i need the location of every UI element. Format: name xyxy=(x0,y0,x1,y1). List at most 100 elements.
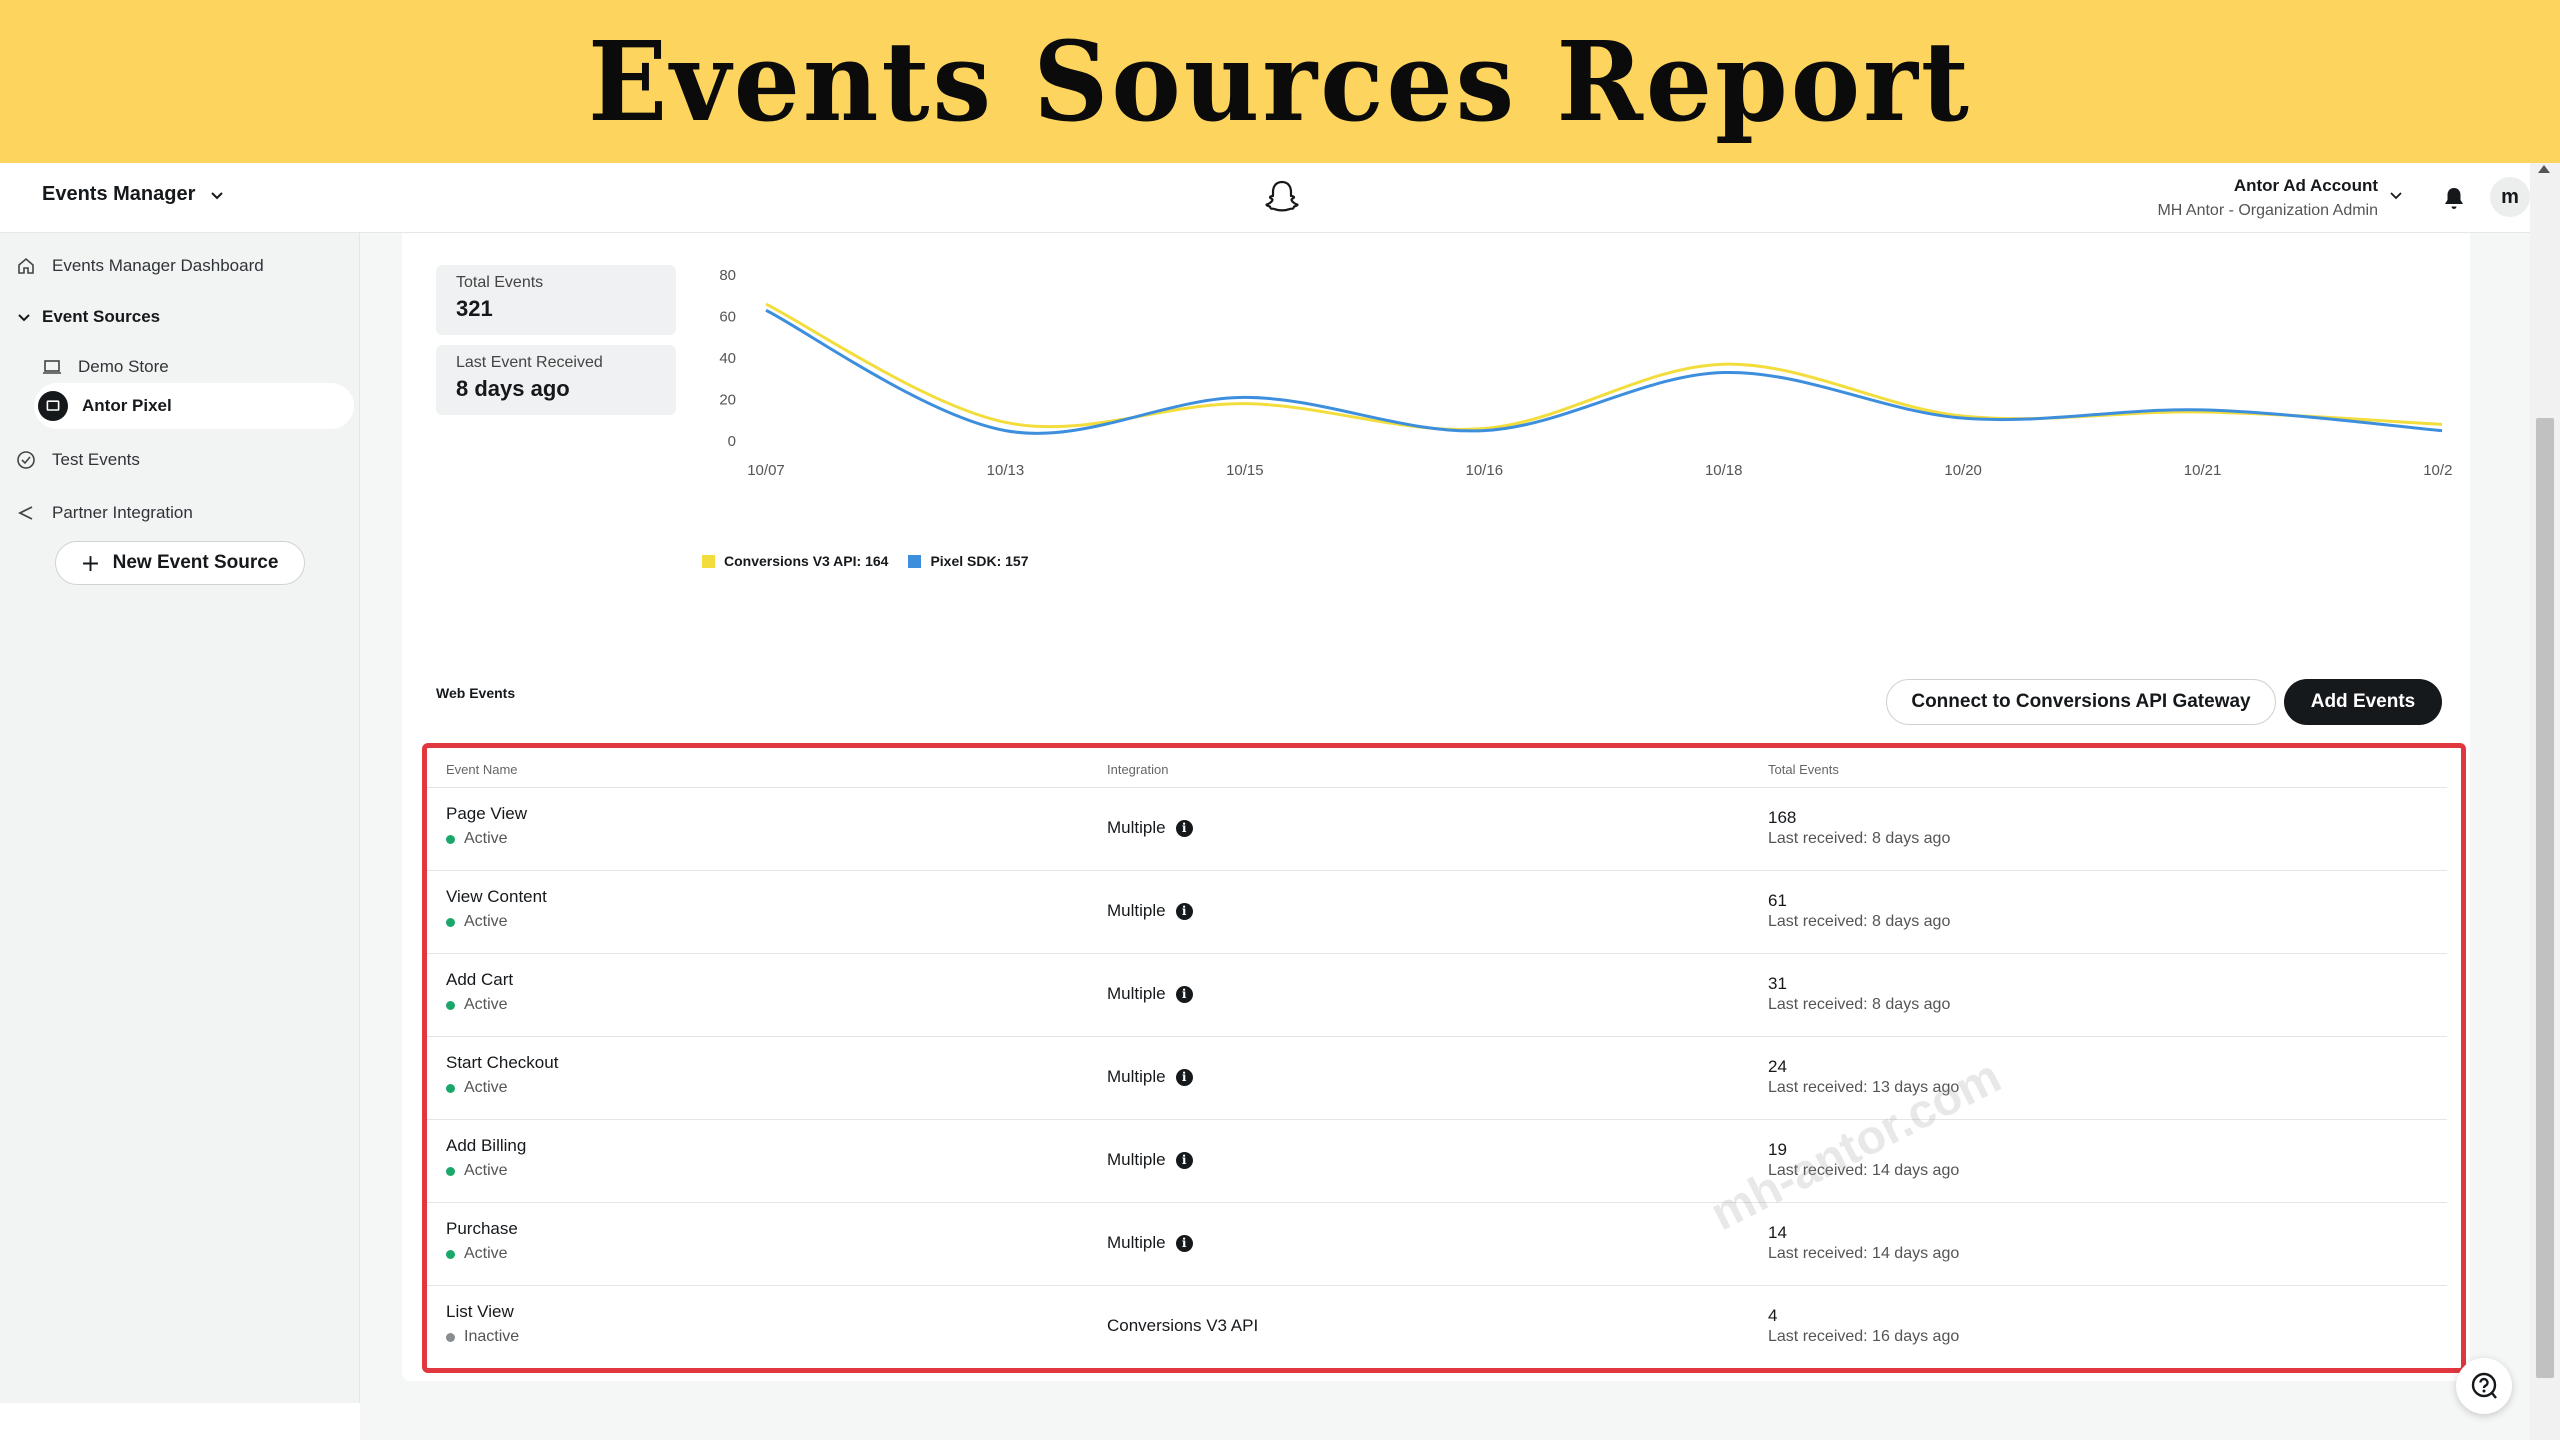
info-icon[interactable]: i xyxy=(1175,819,1193,837)
integration-label: Multiple xyxy=(1107,984,1166,1003)
y-tick-label: 0 xyxy=(728,433,736,450)
account-role: MH Antor - Organization Admin xyxy=(2157,202,2378,219)
integration-cell: Multiple i xyxy=(1107,818,1193,838)
sidebar-item-label: Antor Pixel xyxy=(82,396,172,415)
main-content: Total Events 321 Last Event Received 8 d… xyxy=(360,233,2530,1440)
add-events-button[interactable]: Add Events xyxy=(2284,679,2442,725)
x-tick-label: 10/20 xyxy=(1944,462,1982,479)
event-status: Active xyxy=(446,1245,508,1263)
info-icon[interactable]: i xyxy=(1175,985,1193,1003)
table-header: Event Name Integration Total Events xyxy=(427,748,2447,788)
status-dot-icon xyxy=(446,1000,455,1010)
status-dot-icon xyxy=(446,1332,455,1342)
status-label: Active xyxy=(464,1162,508,1179)
event-name[interactable]: List View xyxy=(446,1302,514,1322)
status-dot-icon xyxy=(446,1249,455,1259)
last-received: Last received: 16 days ago xyxy=(1768,1328,1960,1345)
table-row[interactable]: Add Billing Active Multiple i 19 Last receive… xyxy=(427,1120,2447,1203)
chevron-down-icon[interactable] xyxy=(2388,187,2404,203)
table-row[interactable]: Add Cart Active Multiple i 31 Last received: … xyxy=(427,954,2447,1037)
sidebar: Events Manager Dashboard Event Sources D… xyxy=(0,233,360,1403)
ghost-logo-icon[interactable] xyxy=(1262,177,1302,217)
sidebar-item-label: Partner Integration xyxy=(52,503,193,522)
integration-label: Multiple xyxy=(1107,901,1166,920)
sidebar-item-test-events[interactable]: Test Events xyxy=(16,437,140,483)
event-name[interactable]: Start Checkout xyxy=(446,1053,558,1073)
series-line-1[interactable] xyxy=(765,308,2443,435)
table-row[interactable]: Start Checkout Active Multiple i 24 Last rece… xyxy=(427,1037,2447,1120)
y-tick-label: 40 xyxy=(719,350,736,367)
banner-title: Events Sources Report xyxy=(588,16,1972,147)
x-tick-label: 10/21 xyxy=(2184,462,2222,479)
last-received: Last received: 8 days ago xyxy=(1768,913,1951,930)
bell-icon[interactable] xyxy=(2442,185,2466,211)
event-status: Active xyxy=(446,830,508,848)
event-name[interactable]: Add Cart xyxy=(446,970,513,990)
title-banner: Events Sources Report xyxy=(0,0,2560,163)
column-header[interactable]: Integration xyxy=(1107,762,1168,777)
home-icon xyxy=(18,257,34,274)
legend-swatch xyxy=(702,554,715,568)
avatar[interactable]: m xyxy=(2490,177,2530,217)
x-tick-label: 10/26 xyxy=(2423,462,2452,479)
column-header[interactable]: Event Name xyxy=(446,762,518,777)
status-label: Active xyxy=(464,1079,508,1096)
sidebar-item-event-sources[interactable]: Event Sources xyxy=(16,294,160,340)
event-name[interactable]: Purchase xyxy=(446,1219,518,1239)
sidebar-item-dashboard[interactable]: Events Manager Dashboard xyxy=(16,243,264,289)
sidebar-item-label: Events Manager Dashboard xyxy=(52,256,264,275)
stat-label: Total Events xyxy=(456,274,544,291)
status-dot-icon xyxy=(446,834,455,844)
integration-cell: Multiple i xyxy=(1107,1233,1193,1253)
sidebar-item-label: Test Events xyxy=(52,450,140,469)
sidebar-item-partner-integration[interactable]: Partner Integration xyxy=(16,490,193,536)
account-switcher[interactable]: Antor Ad Account MH Antor - Organization… xyxy=(2157,176,2378,220)
info-icon[interactable]: i xyxy=(1175,1068,1193,1086)
integration-label: Multiple xyxy=(1107,818,1166,837)
total-events-count: 24 xyxy=(1768,1057,1787,1076)
help-button[interactable] xyxy=(2456,1358,2512,1414)
column-header[interactable]: Total Events xyxy=(1768,762,1839,777)
last-event-stat: Last Event Received 8 days ago xyxy=(436,345,676,415)
sidebar-item-antor-pixel[interactable]: Antor Pixel xyxy=(34,383,354,429)
table-row[interactable]: Purchase Active Multiple i 14 Last received: … xyxy=(427,1203,2447,1286)
info-icon[interactable]: i xyxy=(1175,1234,1193,1252)
scroll-thumb[interactable] xyxy=(2536,418,2554,1378)
y-tick-label: 80 xyxy=(719,267,736,284)
connect-gateway-button[interactable]: Connect to Conversions API Gateway xyxy=(1886,679,2276,725)
scrollbar[interactable] xyxy=(2530,163,2560,1440)
legend-item[interactable]: Pixel SDK: 157 xyxy=(908,553,1029,569)
status-dot-icon xyxy=(446,917,455,927)
integration-label: Multiple xyxy=(1107,1233,1166,1252)
status-label: Active xyxy=(464,913,508,930)
new-event-source-button[interactable]: New Event Source xyxy=(55,541,305,585)
total-events-count: 61 xyxy=(1768,891,1787,910)
chart-legend: Conversions V3 API: 164 Pixel SDK: 157 xyxy=(702,553,1029,569)
table-row[interactable]: Page View Active Multiple i 168 Last received… xyxy=(427,788,2447,871)
events-table: Event Name Integration Total Events Page… xyxy=(422,743,2466,1373)
legend-label: Pixel SDK: 157 xyxy=(930,553,1029,569)
x-tick-label: 10/16 xyxy=(1466,462,1504,479)
status-dot-icon xyxy=(446,1166,455,1176)
info-icon[interactable]: i xyxy=(1175,1151,1193,1169)
event-status: Active xyxy=(446,1079,508,1097)
legend-item[interactable]: Conversions V3 API: 164 xyxy=(702,553,888,569)
table-row[interactable]: List View Inactive Conversions V3 API 4 Last… xyxy=(427,1286,2447,1369)
x-tick-label: 10/13 xyxy=(987,462,1025,479)
app-title: Events Manager xyxy=(42,183,196,205)
event-name[interactable]: View Content xyxy=(446,887,547,907)
event-status: Inactive xyxy=(446,1328,519,1346)
status-dot-icon xyxy=(446,1083,455,1093)
app-switcher[interactable]: Events Manager xyxy=(42,183,225,206)
x-tick-label: 10/18 xyxy=(1705,462,1743,479)
y-tick-label: 20 xyxy=(719,392,736,409)
event-name[interactable]: Add Billing xyxy=(446,1136,526,1156)
status-label: Active xyxy=(464,996,508,1013)
integration-label: Multiple xyxy=(1107,1067,1166,1086)
pixel-icon xyxy=(38,391,68,421)
scroll-up-arrow-icon[interactable] xyxy=(2538,165,2550,173)
event-name[interactable]: Page View xyxy=(446,804,527,824)
integration-label: Conversions V3 API xyxy=(1107,1316,1259,1335)
table-row[interactable]: View Content Active Multiple i 61 Last receiv… xyxy=(427,871,2447,954)
info-icon[interactable]: i xyxy=(1175,902,1193,920)
